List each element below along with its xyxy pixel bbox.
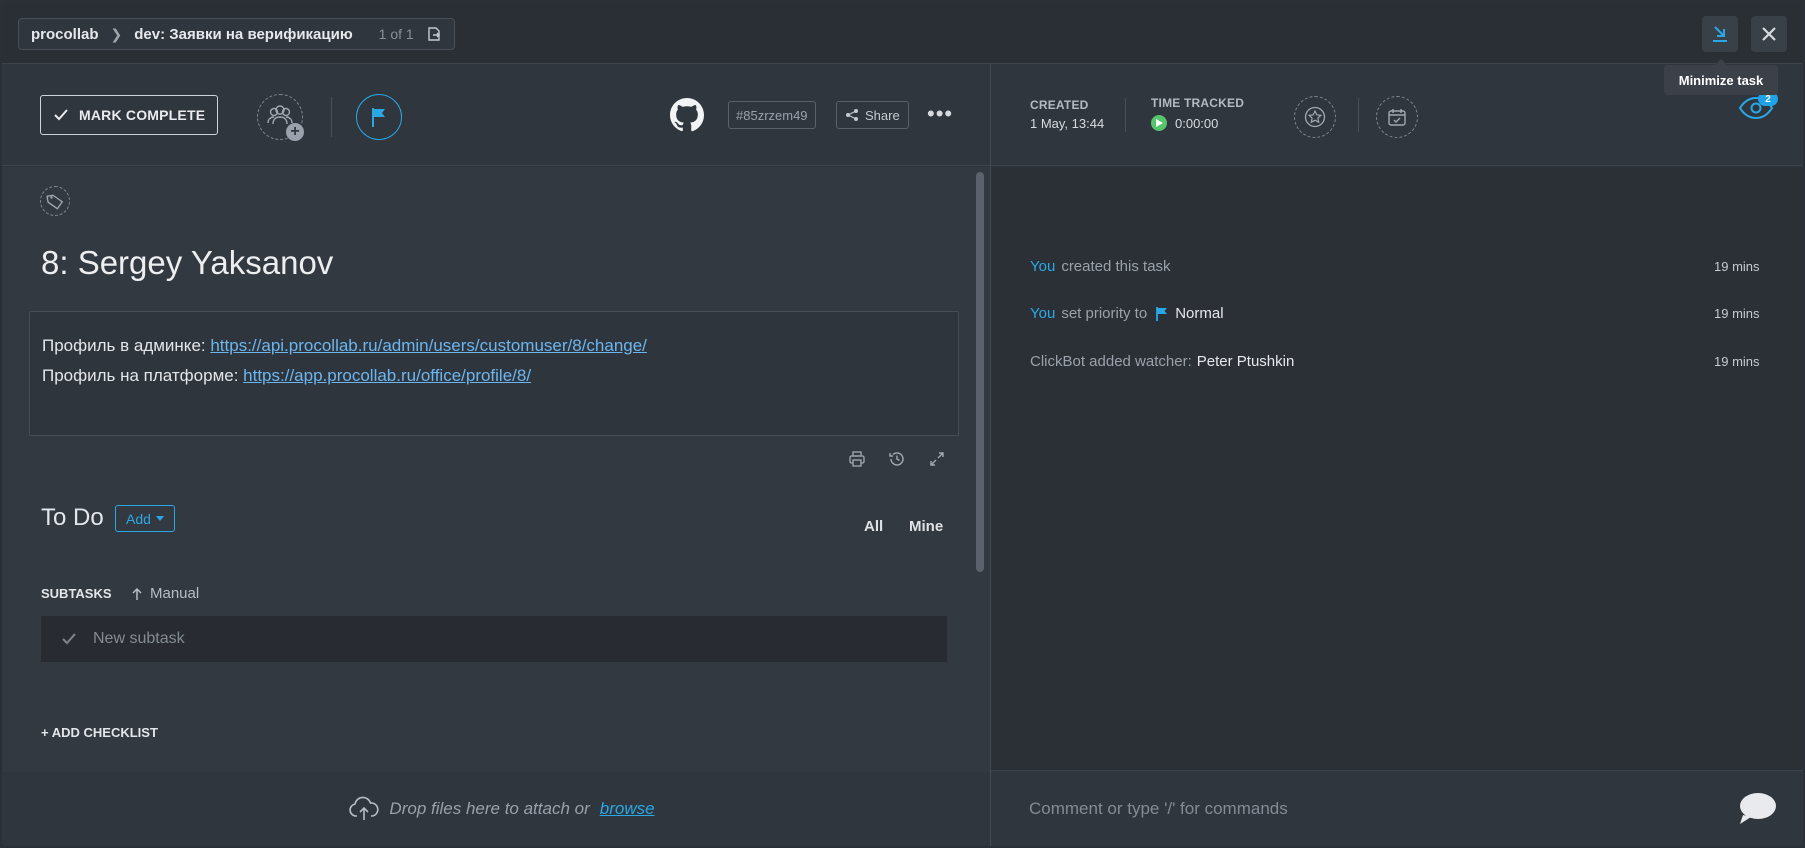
sort-manual-button[interactable]: Manual — [132, 585, 199, 602]
subtasks-label: SUBTASKS — [41, 586, 112, 601]
admin-profile-link[interactable]: https://api.procollab.ru/admin/users/cus… — [210, 336, 647, 355]
comment-placeholder: Comment or type '/' for commands — [1029, 799, 1288, 818]
github-icon[interactable] — [670, 98, 705, 137]
task-title[interactable]: 8: Sergey Yaksanov — [41, 244, 333, 282]
created-value: 1 May, 13:44 — [1030, 116, 1105, 131]
task-toolbar: MARK COMPLETE + #85zrzem49 Share ••• — [2, 64, 990, 166]
star-icon — [1304, 106, 1326, 128]
new-subtask-placeholder: New subtask — [93, 630, 185, 647]
divider — [1125, 98, 1126, 132]
flag-icon — [372, 108, 385, 127]
sprint-points-button[interactable] — [1294, 96, 1336, 138]
share-button[interactable]: Share — [836, 101, 909, 129]
calendar-check-icon — [1388, 109, 1406, 126]
mark-complete-label: MARK COMPLETE — [79, 107, 206, 123]
divider — [1358, 98, 1359, 132]
tag-icon — [46, 194, 64, 210]
share-label: Share — [865, 107, 900, 123]
details-scrollbar[interactable] — [976, 172, 984, 572]
activity-text: set priority to — [1061, 305, 1148, 322]
task-counter: 1 of 1 — [378, 26, 414, 42]
expand-icon[interactable] — [928, 450, 946, 473]
add-label: Add — [126, 510, 151, 527]
close-button[interactable] — [1751, 16, 1787, 52]
activity-item: You created this task — [1030, 258, 1171, 275]
checkmark-icon — [53, 108, 69, 122]
close-icon — [1762, 27, 1776, 41]
modal-topbar: procollab ❯ dev: Заявки на верификацию 1… — [2, 2, 1803, 64]
created-label: CREATED — [1030, 98, 1089, 112]
activity-value[interactable]: Peter Ptushkin — [1197, 353, 1295, 370]
open-in-new-icon[interactable] — [426, 26, 442, 42]
activity-value: Normal — [1175, 305, 1224, 322]
filter-all-tab[interactable]: All — [864, 518, 883, 535]
breadcrumb-list[interactable]: dev: Заявки на верификацию — [134, 26, 352, 43]
chat-bubble-icon[interactable] — [1737, 791, 1777, 832]
mark-complete-button[interactable]: MARK COMPLETE — [40, 95, 218, 135]
activity-time: 19 mins — [1714, 306, 1760, 321]
minimize-icon — [1713, 26, 1727, 42]
due-date-button[interactable] — [1376, 96, 1418, 138]
filter-mine-tab[interactable]: Mine — [909, 518, 943, 535]
activity-item: You set priority to Normal — [1030, 305, 1224, 322]
activity-actor[interactable]: You — [1030, 305, 1055, 322]
activity-actor[interactable]: You — [1030, 258, 1055, 275]
time-tracked-label: TIME TRACKED — [1151, 96, 1245, 110]
divider — [331, 97, 332, 137]
dropzone-text: Drop files here to attach or — [389, 799, 590, 818]
caret-down-icon — [155, 515, 164, 521]
chevron-right-icon: ❯ — [110, 25, 123, 42]
browse-link[interactable]: browse — [600, 799, 655, 819]
description-label: Профиль в админке: — [42, 336, 211, 355]
todo-heading: To Do — [41, 504, 104, 531]
minimize-tooltip: Minimize task — [1664, 59, 1778, 95]
add-tag-button[interactable] — [40, 186, 70, 216]
time-tracked-value[interactable]: 0:00:00 — [1175, 116, 1218, 131]
task-modal: procollab ❯ dev: Заявки на верификацию 1… — [2, 2, 1803, 846]
sort-label: Manual — [150, 585, 200, 602]
flag-icon — [1156, 306, 1168, 321]
breadcrumb-workspace[interactable]: procollab — [31, 26, 99, 43]
history-icon[interactable] — [888, 450, 906, 473]
minimize-button[interactable] — [1702, 16, 1738, 52]
print-icon[interactable] — [848, 450, 866, 473]
checkmark-icon — [62, 633, 76, 645]
breadcrumb: procollab ❯ dev: Заявки на верификацию 1… — [18, 18, 455, 50]
priority-button[interactable] — [356, 94, 402, 140]
platform-profile-link[interactable]: https://app.procollab.ru/office/profile/… — [243, 366, 531, 385]
description-label: Профиль на платформе: — [42, 366, 244, 385]
activity-item: ClickBot added watcher: Peter Ptushkin — [1030, 353, 1294, 370]
description-line-1: Профиль в админке: https://api.procollab… — [42, 331, 946, 361]
play-timer-icon[interactable] — [1151, 115, 1167, 131]
new-subtask-input[interactable]: New subtask — [41, 616, 947, 662]
more-options-icon[interactable]: ••• — [927, 103, 953, 125]
arrow-up-icon — [132, 587, 142, 600]
description-tools — [848, 450, 946, 473]
add-plus-icon: + — [286, 123, 304, 141]
activity-text: ClickBot added watcher: — [1030, 353, 1192, 370]
file-dropzone[interactable]: Drop files here to attach or browse — [2, 772, 990, 846]
activity-time: 19 mins — [1714, 354, 1760, 369]
task-description[interactable]: Профиль в админке: https://api.procollab… — [29, 311, 959, 436]
add-checklist-button[interactable]: + ADD CHECKLIST — [41, 725, 158, 740]
add-todo-button[interactable]: Add — [115, 505, 175, 532]
task-id-badge[interactable]: #85zrzem49 — [728, 101, 816, 129]
activity-time: 19 mins — [1714, 259, 1760, 274]
assignees-button[interactable]: + — [257, 94, 304, 141]
activity-text: created this task — [1061, 258, 1171, 275]
share-icon — [846, 109, 858, 121]
description-line-2: Профиль на платформе: https://app.procol… — [42, 361, 946, 391]
comment-box[interactable]: Comment or type '/' for commands — [991, 770, 1803, 846]
cloud-upload-icon — [349, 796, 379, 820]
